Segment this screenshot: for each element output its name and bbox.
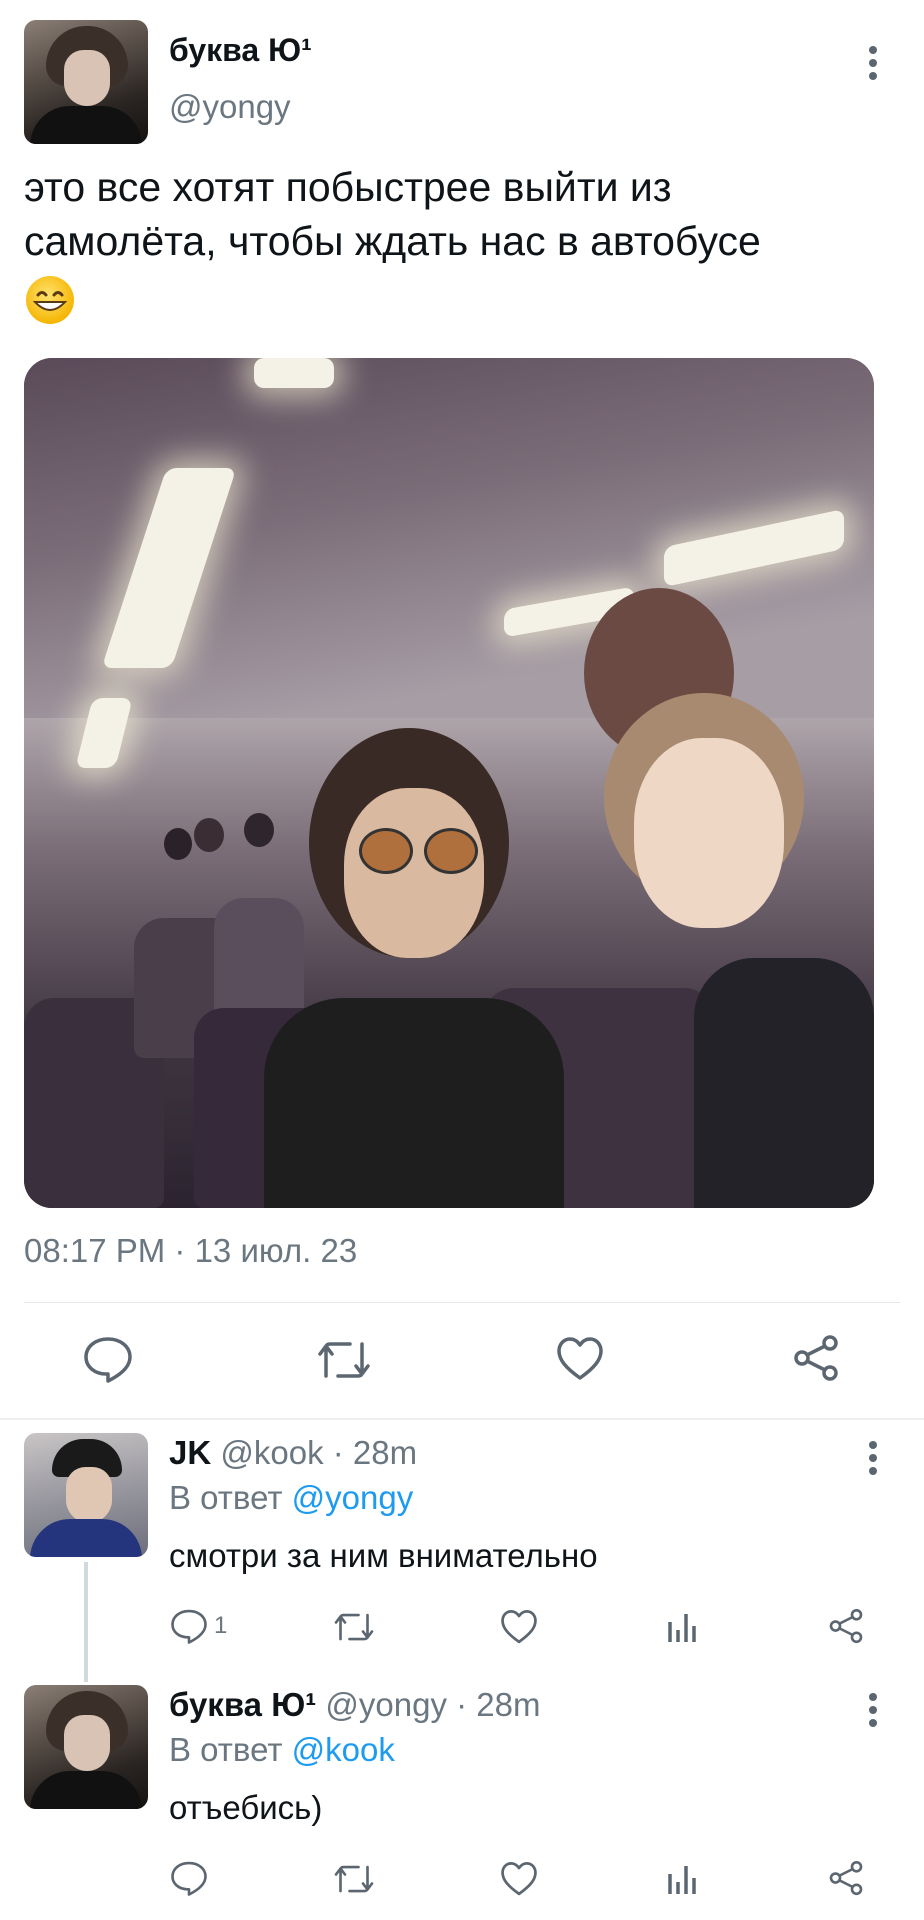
tweet-timestamp[interactable]: 08:17 PM · 13 июл. 23 xyxy=(24,1232,357,1270)
more-options-icon[interactable] xyxy=(868,46,878,85)
reply-to-line: В ответ @yongy xyxy=(169,1479,413,1517)
reply-icon[interactable] xyxy=(169,1608,209,1644)
more-options-icon[interactable] xyxy=(868,1441,878,1480)
reply-to-prefix: В ответ xyxy=(169,1731,283,1768)
tweet-text: это все хотят побыстрее выйти из самолёт… xyxy=(24,160,904,325)
reply-author-name[interactable]: буква Ю¹ xyxy=(169,1686,316,1723)
retweet-icon[interactable] xyxy=(333,1610,375,1644)
like-icon[interactable] xyxy=(500,1861,538,1897)
tweet-photo[interactable] xyxy=(24,358,874,1208)
reply-text: смотри за ним внимательно xyxy=(169,1537,598,1574)
reply-to-prefix: В ответ xyxy=(169,1479,283,1516)
reply-author-handle[interactable]: @kook xyxy=(220,1434,323,1471)
more-options-icon[interactable] xyxy=(868,1693,878,1732)
like-icon[interactable] xyxy=(500,1609,538,1645)
retweet-icon[interactable] xyxy=(333,1862,375,1896)
analytics-icon[interactable] xyxy=(666,1610,698,1644)
reply-time: · 28m xyxy=(332,1434,418,1471)
grinning-face-emoji xyxy=(24,270,904,325)
reply-avatar[interactable] xyxy=(24,1433,148,1557)
thread-line xyxy=(84,1562,88,1682)
divider xyxy=(24,1302,900,1303)
reply-author-name[interactable]: JK xyxy=(169,1434,211,1471)
reply-icon[interactable] xyxy=(82,1335,134,1383)
tweet-text-line-1: это все хотят побыстрее выйти из xyxy=(24,164,672,210)
share-icon[interactable] xyxy=(792,1334,840,1382)
author-avatar[interactable] xyxy=(24,20,148,144)
share-icon[interactable] xyxy=(828,1608,864,1644)
section-divider xyxy=(0,1418,924,1420)
reply-icon[interactable] xyxy=(169,1860,209,1896)
reply-to-mention[interactable]: @yongy xyxy=(292,1479,414,1516)
reply-avatar[interactable] xyxy=(24,1685,148,1809)
reply-header: JK @kook · 28m xyxy=(169,1434,417,1472)
reply-author-handle[interactable]: @yongy xyxy=(325,1686,447,1723)
author-handle[interactable]: @yongy xyxy=(169,88,291,126)
tweet-text-line-2: самолёта, чтобы ждать нас в автобусе xyxy=(24,218,761,264)
reply-header: буква Ю¹ @yongy · 28m xyxy=(169,1686,540,1724)
reply-time: · 28m xyxy=(456,1686,541,1723)
analytics-icon[interactable] xyxy=(666,1862,698,1896)
retweet-icon[interactable] xyxy=(316,1338,372,1382)
share-icon[interactable] xyxy=(828,1860,864,1896)
reply-to-line: В ответ @kook xyxy=(169,1731,395,1769)
author-name[interactable]: буква Ю¹ xyxy=(169,32,312,69)
reply-text: отъебись) xyxy=(169,1789,323,1826)
reply-count: 1 xyxy=(214,1612,228,1639)
like-icon[interactable] xyxy=(556,1336,604,1382)
reply-to-mention[interactable]: @kook xyxy=(292,1731,395,1768)
